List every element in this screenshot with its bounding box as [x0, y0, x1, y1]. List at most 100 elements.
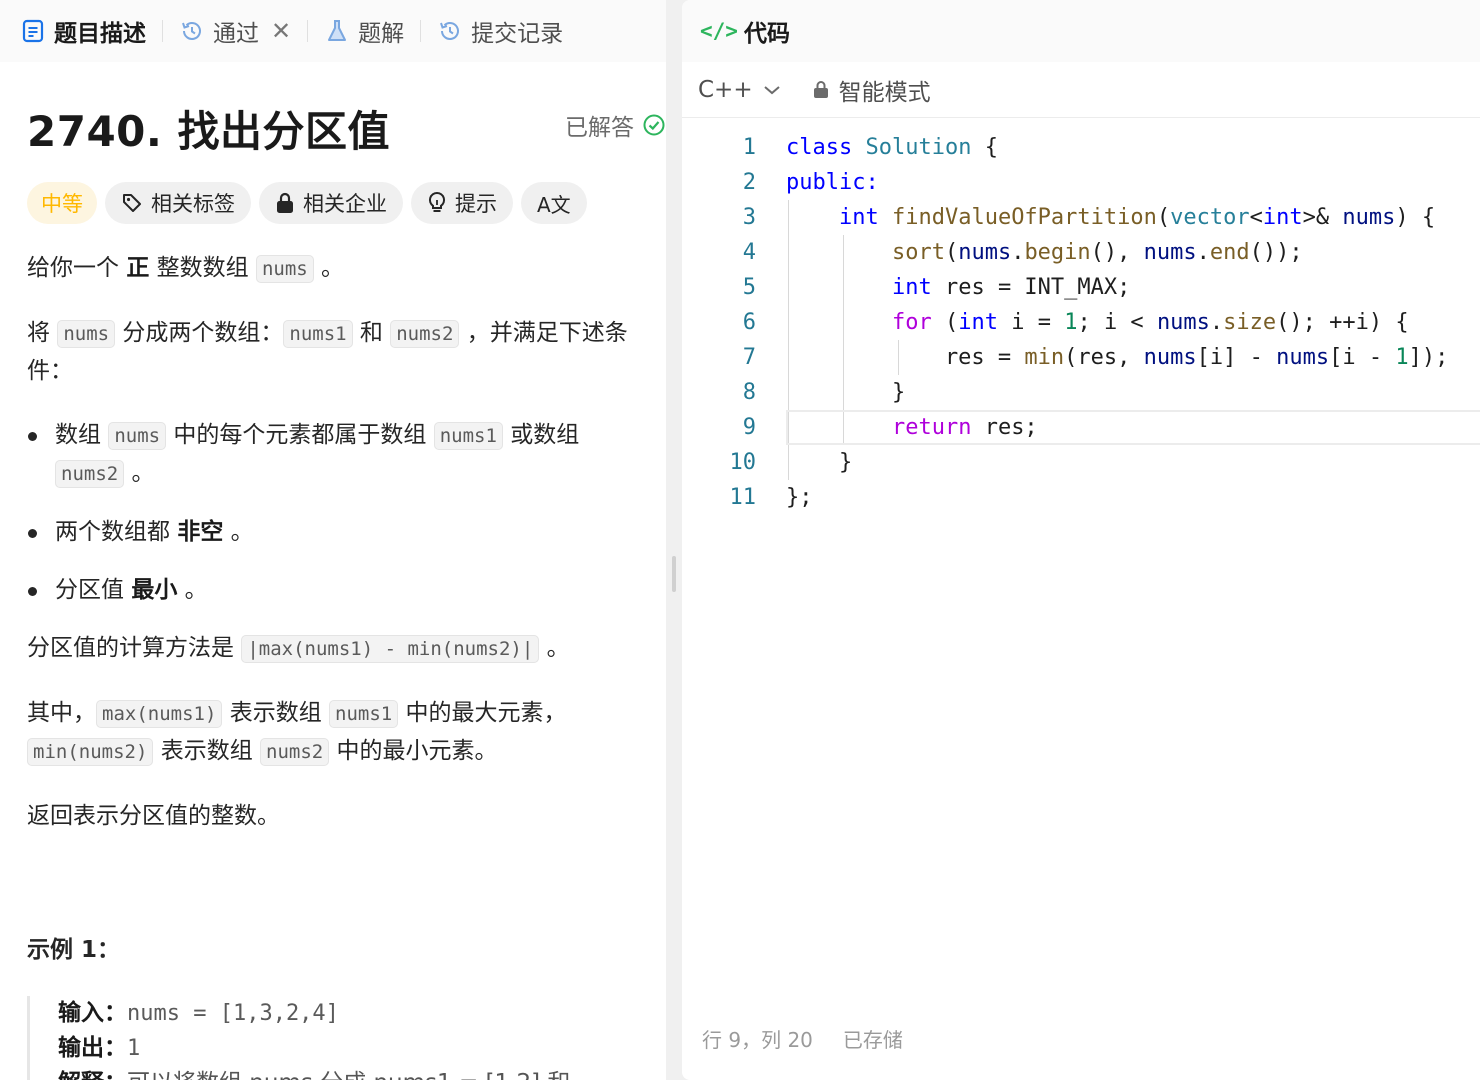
line-number: 8: [742, 380, 756, 405]
left-tabbar: 题目描述 通过 ✕ 题解 提交记录: [0, 0, 666, 62]
tag-label: 相关标签: [151, 192, 235, 216]
hint-button[interactable]: 提示: [411, 182, 513, 224]
smart-mode-toggle[interactable]: 智能模式: [813, 73, 931, 107]
tab-divider: [420, 20, 422, 42]
code-line: 5 int res = INT_MAX;: [682, 270, 1480, 305]
related-companies-button[interactable]: 相关企业: [259, 182, 403, 224]
tab-description[interactable]: 题目描述: [20, 0, 162, 62]
translate-icon: A文: [537, 192, 571, 217]
inline-code: nums1: [433, 422, 503, 450]
line-number: 10: [729, 450, 757, 475]
history-icon: [179, 18, 205, 44]
text: 。: [313, 255, 345, 281]
text: 。: [539, 635, 570, 661]
text: 两个数组都: [55, 519, 178, 545]
line-number: 3: [742, 205, 756, 230]
text: 分区值: [55, 577, 132, 603]
language-select[interactable]: C++: [698, 77, 781, 103]
inline-code: min(nums2): [27, 738, 154, 766]
code-text: sort(nums.begin(), nums.end());: [891, 240, 1303, 265]
conditions-list: 数组 nums 中的每个元素都属于数组 nums1 或数组 nums2 。 两个…: [27, 417, 666, 609]
value: nums = [1,3,2,4]: [127, 1001, 339, 1026]
inline-code: max(nums1): [96, 700, 223, 728]
lock-icon: [275, 192, 295, 214]
code-line: 11};: [682, 480, 1480, 515]
page-title: 2740. 找出分区值: [27, 107, 390, 156]
code-line: 6 for (int i = 1; i < nums.size(); ++i) …: [682, 305, 1480, 340]
value: 1: [127, 1036, 141, 1061]
code-editor[interactable]: 1 class Solution { 2 public: 3 int findVal…: [682, 130, 1480, 515]
code-line: 2 public:: [682, 165, 1480, 200]
paragraph: 其中， max(nums1) 表示数组 nums1 中的最大元素， min(nums…: [27, 695, 666, 771]
line-number: 4: [742, 240, 756, 265]
value: 可以将数组 nums 分成 nums1 = [1,2] 和: [127, 1070, 570, 1080]
code-text: int findValueOfPartition(vector<int>& nu…: [838, 205, 1436, 230]
tab-label: 通过: [213, 21, 259, 47]
inline-code: nums: [255, 255, 314, 283]
code-text: }: [786, 380, 906, 405]
code-line: 7 res = min(res, nums[i] - nums[i - 1]);: [682, 340, 1480, 375]
text: 表示数组: [222, 700, 330, 726]
text: 给你一个: [27, 255, 127, 281]
text: 表示数组: [153, 738, 261, 764]
inline-code: nums2: [260, 738, 330, 766]
text: 将: [27, 320, 58, 346]
inline-code: nums1: [283, 320, 353, 348]
label: 输出：: [58, 1035, 127, 1061]
text: 。: [124, 460, 155, 486]
code-text: }: [786, 450, 853, 475]
code-icon: </>: [700, 19, 738, 43]
related-tags-button[interactable]: 相关标签: [105, 182, 251, 224]
inline-code: nums: [57, 320, 116, 348]
code-text: return res;: [891, 415, 1038, 440]
text: 。: [177, 577, 208, 603]
text: 中的每个元素都属于数组: [166, 422, 434, 448]
close-icon[interactable]: ✕: [271, 17, 291, 45]
mode-label: 智能模式: [838, 79, 931, 106]
line-number: 2: [742, 170, 756, 195]
code-line: 4 sort(nums.begin(), nums.end());: [682, 235, 1480, 270]
difficulty-badge: 中等: [27, 182, 97, 224]
example-block: 输入：nums = [1,3,2,4] 输出：1 解释：可以将数组 nums 分…: [27, 996, 666, 1080]
code-line-current: 9 return res;: [682, 410, 1480, 445]
bold-text: 非空: [177, 519, 224, 545]
code-text: for (int i = 1; i < nums.size(); ++i) {: [891, 310, 1409, 335]
tab-label: 题解: [358, 21, 405, 47]
code-line: 10 }: [682, 445, 1480, 480]
translate-button[interactable]: A文: [521, 182, 587, 224]
tab-code[interactable]: </> 代码: [700, 14, 790, 48]
paragraph: 将 nums 分成两个数组： nums1 和 nums2 ，并满足下述条件：: [27, 315, 666, 390]
tab-divider: [307, 20, 309, 42]
list-item: 两个数组都 非空 。: [28, 514, 666, 551]
text: 和: [352, 320, 391, 346]
text: 。: [223, 519, 254, 545]
editor-toolbar: C++ 智能模式: [682, 62, 1480, 118]
problem-panel: 题目描述 通过 ✕ 题解 提交记录 2740. 找出分区值 已解答 中等 相关标…: [0, 0, 666, 1080]
line-number: 6: [742, 310, 756, 335]
tab-submissions[interactable]: 提交记录: [437, 0, 579, 62]
code-line: 1 class Solution {: [682, 130, 1480, 165]
code-tabbar: </> 代码: [682, 0, 1480, 62]
text: 其中，: [27, 700, 96, 726]
tag-icon: [121, 192, 143, 214]
code-text: };: [786, 485, 813, 510]
text: 数组: [55, 422, 109, 448]
tab-accepted[interactable]: 通过 ✕: [179, 0, 307, 62]
code-line: 3 int findValueOfPartition(vector<int>& …: [682, 200, 1480, 235]
line-number: 9: [742, 415, 756, 440]
label: 输入：: [58, 1000, 127, 1026]
inline-code: nums: [108, 422, 167, 450]
tag-label: 提示: [455, 192, 497, 216]
panel-divider[interactable]: [666, 0, 682, 1080]
code-panel: </> 代码 C++ 智能模式 1 class Solution { 2 publi…: [682, 0, 1480, 1080]
resize-handle[interactable]: [672, 556, 676, 592]
code-line: 8 }: [682, 375, 1480, 410]
tab-solutions[interactable]: 题解: [324, 0, 420, 62]
check-circle-icon: [642, 113, 666, 137]
tag-label: 相关企业: [303, 192, 387, 216]
tab-divider: [162, 20, 163, 42]
chevron-down-icon: [763, 84, 781, 96]
history-icon: [437, 18, 463, 44]
inline-code: nums2: [55, 460, 125, 488]
bold-text: 最小: [131, 577, 178, 603]
